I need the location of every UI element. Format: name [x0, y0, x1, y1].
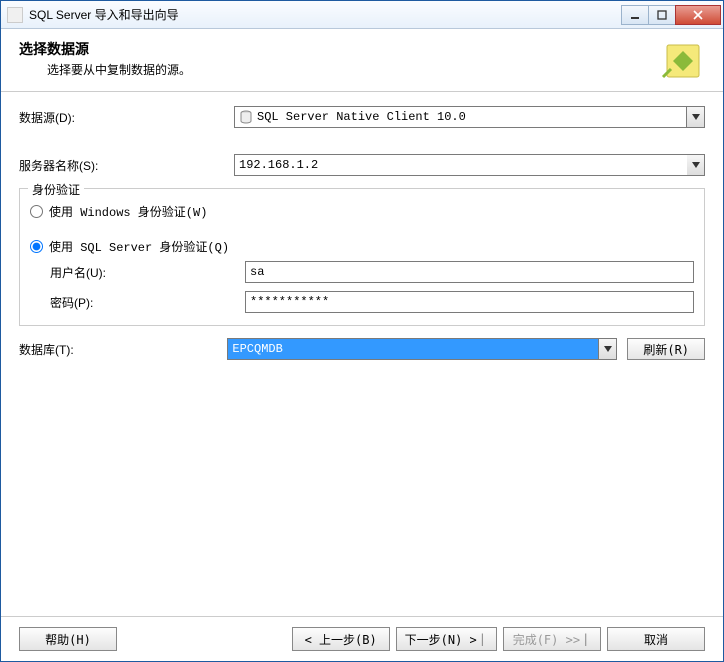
wizard-window: SQL Server 导入和导出向导 选择数据源 选择要从中复制数据的源。	[0, 0, 724, 662]
datasource-value: SQL Server Native Client 10.0	[257, 110, 466, 124]
username-label: 用户名(U):	[30, 264, 245, 281]
next-button[interactable]: 下一步(N) > |	[396, 627, 497, 651]
servername-combobox[interactable]	[234, 154, 705, 176]
close-button[interactable]	[675, 5, 721, 25]
window-controls	[621, 5, 721, 25]
finish-button[interactable]: 完成(F) >> |	[503, 627, 601, 651]
authentication-group: 身份验证 使用 Windows 身份验证(W) 使用 SQL Server 身份…	[19, 188, 705, 326]
window-title: SQL Server 导入和导出向导	[29, 6, 621, 23]
wizard-footer: 帮助(H) < 上一步(B) 下一步(N) > | 完成(F) >> | 取消	[1, 616, 723, 661]
wizard-icon	[661, 39, 705, 83]
database-value: EPCQMDB	[232, 342, 282, 356]
minimize-button[interactable]	[621, 5, 649, 25]
cancel-button[interactable]: 取消	[607, 627, 705, 651]
dropdown-arrow-icon[interactable]	[687, 154, 705, 176]
wizard-content: 数据源(D): SQL Server Native Client 10.0 服务…	[1, 92, 723, 616]
database-dropdown[interactable]: EPCQMDB	[227, 338, 617, 360]
app-icon	[7, 7, 23, 23]
database-label: 数据库(T):	[19, 341, 227, 358]
refresh-button[interactable]: 刷新(R)	[627, 338, 705, 360]
servername-input[interactable]	[234, 154, 687, 176]
windows-auth-radio[interactable]	[30, 205, 43, 218]
username-input[interactable]	[245, 261, 694, 283]
database-icon	[239, 110, 253, 124]
windows-auth-label[interactable]: 使用 Windows 身份验证(W)	[49, 203, 207, 220]
dropdown-arrow-icon[interactable]	[599, 338, 617, 360]
titlebar[interactable]: SQL Server 导入和导出向导	[1, 1, 723, 29]
help-button[interactable]: 帮助(H)	[19, 627, 117, 651]
wizard-header: 选择数据源 选择要从中复制数据的源。	[1, 29, 723, 92]
datasource-dropdown[interactable]: SQL Server Native Client 10.0	[234, 106, 705, 128]
page-title: 选择数据源	[19, 39, 653, 59]
maximize-button[interactable]	[648, 5, 676, 25]
sql-auth-label[interactable]: 使用 SQL Server 身份验证(Q)	[49, 238, 229, 255]
page-description: 选择要从中复制数据的源。	[19, 61, 653, 78]
back-button[interactable]: < 上一步(B)	[292, 627, 390, 651]
servername-label: 服务器名称(S):	[19, 157, 234, 174]
authentication-legend: 身份验证	[28, 181, 84, 198]
password-label: 密码(P):	[30, 294, 245, 311]
password-input[interactable]	[245, 291, 694, 313]
datasource-label: 数据源(D):	[19, 109, 234, 126]
sql-auth-radio[interactable]	[30, 240, 43, 253]
dropdown-arrow-icon[interactable]	[687, 106, 705, 128]
